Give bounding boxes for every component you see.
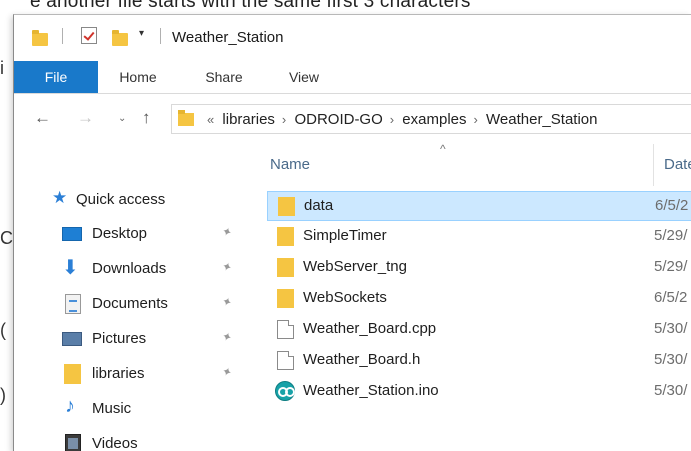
star-icon: ★ xyxy=(52,188,68,207)
pin-icon[interactable]: ✦ xyxy=(220,294,234,311)
file-name: SimpleTimer xyxy=(303,227,387,244)
pin-icon[interactable]: ✦ xyxy=(220,364,234,381)
ribbon-tabs: File Home Share View xyxy=(14,61,691,94)
file-name: WebServer_tng xyxy=(303,258,407,275)
file-list: ^ Name Date data 6/5/2 SimpleTimer 5/29/… xyxy=(257,142,691,451)
recent-locations-button[interactable]: ⌄ xyxy=(118,113,126,124)
toolbar-divider xyxy=(160,28,161,44)
toolbar-divider xyxy=(62,28,63,44)
properties-icon[interactable] xyxy=(81,27,97,44)
file-row-weather-board-cpp[interactable]: Weather_Board.cpp 5/30/ xyxy=(267,315,691,345)
tab-share[interactable]: Share xyxy=(194,61,254,93)
desktop-icon xyxy=(62,227,82,241)
window-folder-icon xyxy=(32,30,48,46)
file-date: 6/5/2 xyxy=(655,197,689,214)
arduino-icon xyxy=(275,381,295,401)
file-name: data xyxy=(304,197,334,214)
breadcrumb-examples[interactable]: examples xyxy=(402,111,466,128)
back-button[interactable]: ← xyxy=(34,108,51,128)
nav-item-label: Pictures xyxy=(92,330,147,347)
breadcrumb-separator[interactable]: › xyxy=(474,112,478,127)
file-row-data[interactable]: data 6/5/2 xyxy=(267,191,691,221)
sort-ascending-icon: ^ xyxy=(440,142,446,156)
file-name: WebSockets xyxy=(303,289,387,306)
file-row-webserver-tng[interactable]: WebServer_tng 5/29/ xyxy=(267,253,691,283)
file-date: 5/30/ xyxy=(654,320,688,337)
nav-item-label: Documents xyxy=(92,295,168,312)
tab-file[interactable]: File xyxy=(14,61,98,93)
background-fragment: ) xyxy=(0,385,6,405)
file-name: Weather_Board.cpp xyxy=(303,320,437,337)
address-bar-row: ← → ⌄ ↑ « libraries › ODROID-GO › examples… xyxy=(14,94,691,144)
nav-item-label: Downloads xyxy=(92,260,167,277)
pictures-icon xyxy=(62,332,82,346)
file-date: 6/5/2 xyxy=(654,289,688,306)
background-fragment: i xyxy=(0,58,4,78)
nav-item-label: libraries xyxy=(92,365,145,382)
nav-item-label: Quick access xyxy=(76,191,166,208)
file-name: Weather_Board.h xyxy=(303,351,421,368)
column-header-name[interactable]: Name xyxy=(270,156,310,173)
forward-button[interactable]: → xyxy=(77,108,94,128)
address-bar[interactable]: « libraries › ODROID-GO › examples › Weathe… xyxy=(171,104,691,134)
background-fragment: ( xyxy=(0,320,6,340)
background-text: e another file starts with the same firs… xyxy=(30,0,471,12)
pin-icon[interactable]: ✦ xyxy=(220,224,234,241)
nav-item-label: Videos xyxy=(92,435,138,451)
navigation-pane: ★ Quick access Desktop ✦ ⬇ Downloads ✦ D… xyxy=(14,144,254,451)
up-button[interactable]: ↑ xyxy=(142,108,151,128)
file-row-weather-board-h[interactable]: Weather_Board.h 5/30/ xyxy=(267,346,691,376)
folder-icon xyxy=(277,258,294,277)
file-date: 5/29/ xyxy=(654,227,688,244)
nav-item-label: Desktop xyxy=(92,225,148,242)
breadcrumb-separator[interactable]: › xyxy=(282,112,286,127)
file-icon xyxy=(277,351,294,370)
customize-toolbar-icon[interactable]: ▾ xyxy=(139,28,144,39)
folder-icon xyxy=(278,197,295,216)
breadcrumb-libraries[interactable]: libraries xyxy=(222,111,275,128)
tab-home[interactable]: Home xyxy=(108,61,168,93)
pin-icon[interactable]: ✦ xyxy=(220,329,234,346)
pin-icon[interactable]: ✦ xyxy=(220,259,234,276)
file-date: 5/30/ xyxy=(654,382,688,399)
new-folder-icon[interactable] xyxy=(112,30,128,46)
title-bar: ▾ Weather_Station xyxy=(14,15,691,61)
download-icon: ⬇ xyxy=(62,257,79,279)
breadcrumb: « libraries › ODROID-GO › examples › Weathe… xyxy=(204,111,601,128)
file-icon xyxy=(277,320,294,339)
file-name: Weather_Station.ino xyxy=(303,382,439,399)
documents-icon xyxy=(65,294,81,314)
file-date: 5/29/ xyxy=(654,258,688,275)
window-title: Weather_Station xyxy=(172,29,284,46)
videos-icon xyxy=(65,434,81,451)
background-fragment: C xyxy=(0,228,13,248)
folder-icon xyxy=(277,289,294,308)
folder-icon xyxy=(277,227,294,246)
breadcrumb-weather-station[interactable]: Weather_Station xyxy=(486,111,597,128)
column-header-date[interactable]: Date xyxy=(664,156,691,173)
file-row-simpletimer[interactable]: SimpleTimer 5/29/ xyxy=(267,222,691,252)
folder-icon xyxy=(64,364,81,384)
breadcrumb-separator[interactable]: › xyxy=(390,112,394,127)
tab-view[interactable]: View xyxy=(276,61,332,93)
file-row-websockets[interactable]: WebSockets 6/5/2 xyxy=(267,284,691,314)
breadcrumb-odroid-go[interactable]: ODROID-GO xyxy=(294,111,382,128)
explorer-window: ▾ Weather_Station File Home Share View ←… xyxy=(13,14,691,451)
column-divider[interactable] xyxy=(653,144,654,186)
folder-icon xyxy=(178,110,194,126)
file-date: 5/30/ xyxy=(654,351,688,368)
file-row-weather-station-ino[interactable]: Weather_Station.ino 5/30/ xyxy=(267,377,691,407)
overflow-chevron[interactable]: « xyxy=(207,112,214,127)
nav-item-label: Music xyxy=(92,400,132,417)
music-icon: ♪ xyxy=(65,395,75,417)
